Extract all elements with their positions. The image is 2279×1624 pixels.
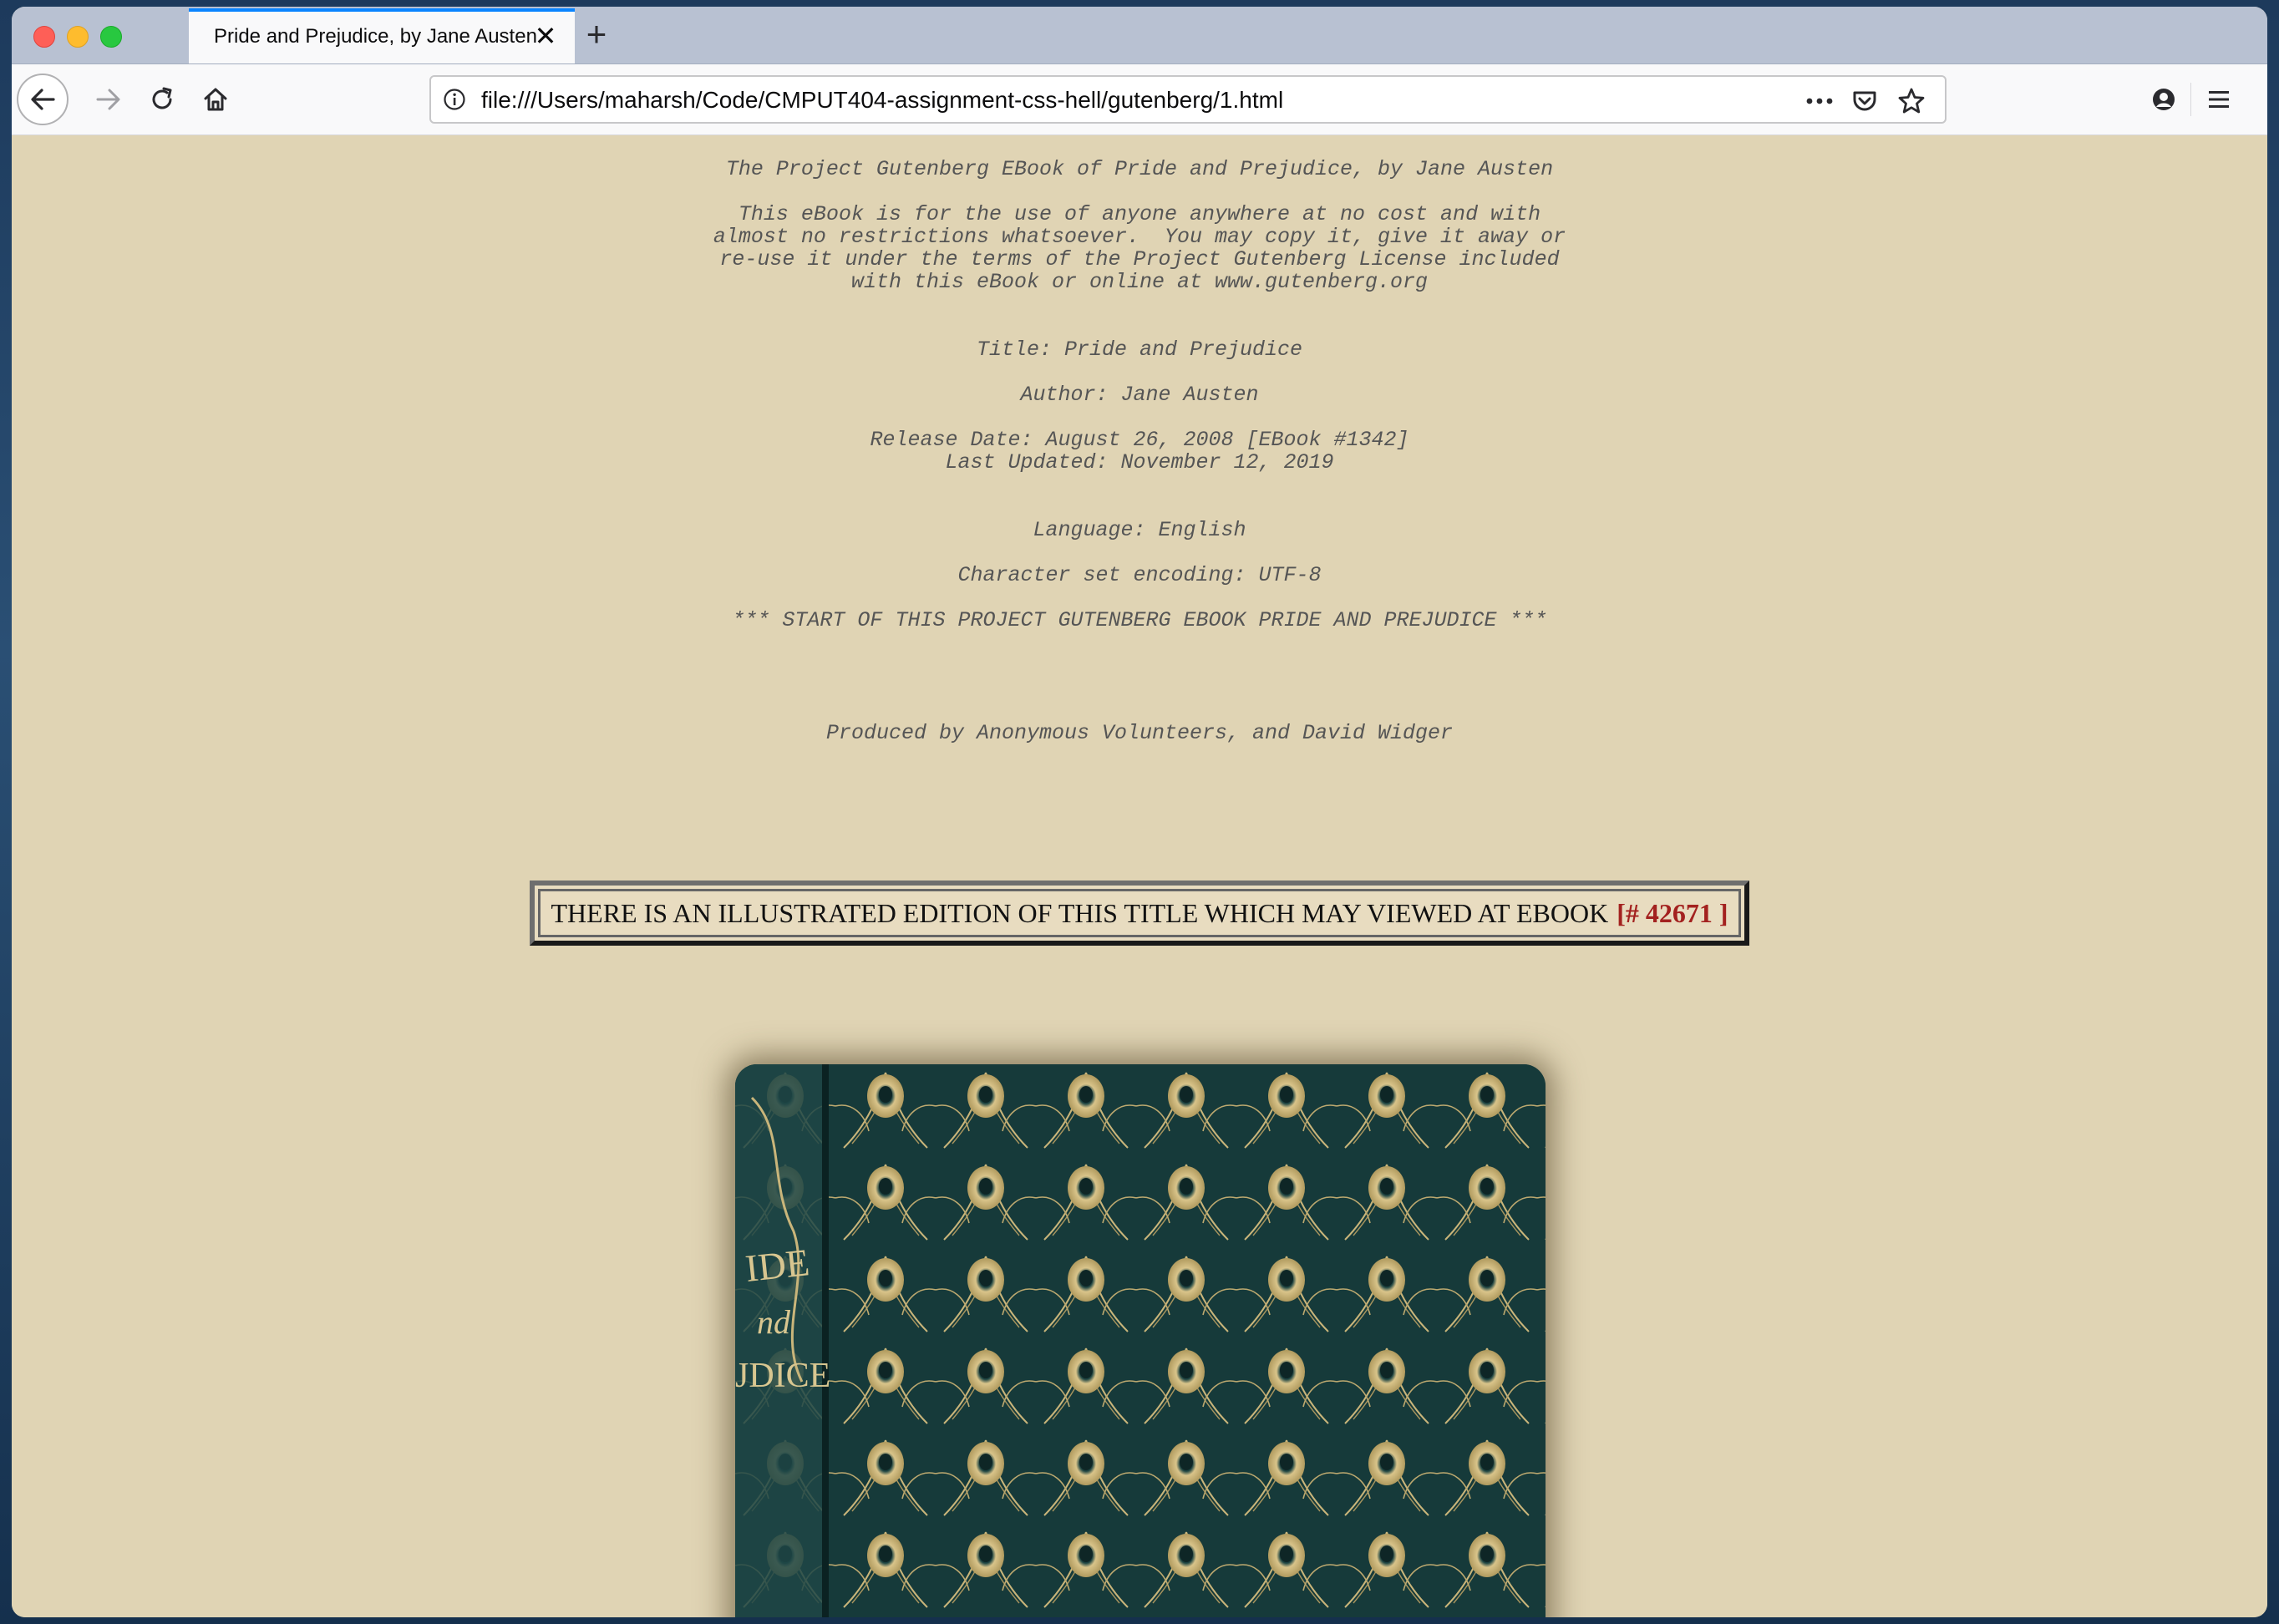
tab-strip: Pride and Prejudice, by Jane Austen ✕ + <box>12 7 2267 64</box>
charset-line: Character set encoding: UTF-8 <box>957 563 1322 587</box>
notice-text: THERE IS AN ILLUSTRATED EDITION OF THIS … <box>551 897 1609 928</box>
zoom-window-button[interactable] <box>100 26 122 48</box>
more-icon[interactable] <box>1803 84 1836 118</box>
book-cover-image: IDE nd JDICE <box>735 1064 1546 1617</box>
ebook-42671-link[interactable]: [# 42671 ] <box>1617 898 1728 929</box>
ebook-header: The Project Gutenberg EBook of Pride and… <box>725 157 1554 181</box>
cover-illustration: IDE nd JDICE <box>735 1064 1546 1617</box>
browser-window: Pride and Prejudice, by Jane Austen ✕ + … <box>12 7 2267 1617</box>
title-line: Title: Pride and Prejudice <box>976 337 1303 362</box>
svg-text:JDICE: JDICE <box>735 1357 830 1395</box>
home-icon[interactable] <box>190 74 241 124</box>
pocket-icon[interactable] <box>1848 84 1881 118</box>
close-icon[interactable]: ✕ <box>531 22 560 50</box>
url-bar[interactable]: file:///Users/maharsh/Code/CMPUT404-assi… <box>429 75 1947 124</box>
page-content: The Project Gutenberg EBook of Pride and… <box>12 135 2267 1617</box>
svg-text:nd: nd <box>757 1303 791 1341</box>
hamburger-menu-icon[interactable] <box>2202 83 2236 116</box>
forward-arrow-icon[interactable] <box>84 74 134 124</box>
release-date: Release Date: August 26, 2008 [EBook #13… <box>870 428 1409 475</box>
tab-active[interactable]: Pride and Prejudice, by Jane Austen ✕ <box>189 8 575 63</box>
url-text[interactable]: file:///Users/maharsh/Code/CMPUT404-assi… <box>481 87 1283 114</box>
plus-icon[interactable]: + <box>576 15 617 55</box>
notice-inner: THERE IS AN ILLUSTRATED EDITION OF THIS … <box>538 889 1741 937</box>
back-arrow-icon[interactable] <box>17 74 69 125</box>
license-notice: This eBook is for the use of anyone anyw… <box>713 202 1566 294</box>
close-window-button[interactable] <box>33 26 55 48</box>
toolbar-divider <box>2190 83 2191 116</box>
account-icon[interactable] <box>2149 84 2179 114</box>
navigation-toolbar: file:///Users/maharsh/Code/CMPUT404-assi… <box>12 64 2267 135</box>
svg-text:IDE: IDE <box>744 1241 812 1290</box>
start-marker: *** START OF THIS PROJECT GUTENBERG EBOO… <box>732 608 1547 632</box>
reload-icon[interactable] <box>137 74 187 124</box>
illustrated-edition-notice: THERE IS AN ILLUSTRATED EDITION OF THIS … <box>530 881 1749 946</box>
info-icon[interactable] <box>443 88 466 111</box>
tab-title: Pride and Prejudice, by Jane Austen <box>214 25 537 48</box>
star-icon[interactable] <box>1895 84 1928 118</box>
produced-by: Produced by Anonymous Volunteers, and Da… <box>825 721 1454 745</box>
minimize-window-button[interactable] <box>67 26 89 48</box>
language-line: Language: English <box>1033 518 1246 542</box>
author-line: Author: Jane Austen <box>1020 383 1259 407</box>
